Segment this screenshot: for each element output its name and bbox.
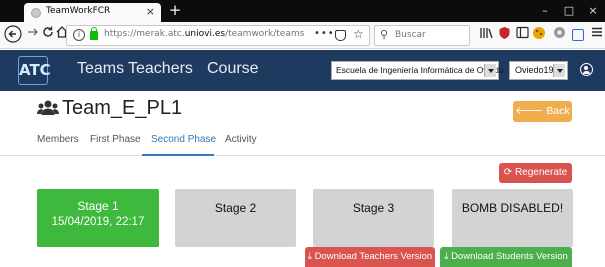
bookmark-star-icon[interactable]: ☆ — [353, 27, 364, 41]
active-tab-indicator — [142, 154, 214, 156]
lock-icon[interactable] — [90, 27, 98, 40]
pocket-icon[interactable] — [335, 30, 346, 41]
menu-icon[interactable] — [589, 26, 605, 44]
url-text[interactable]: https://merak.atc.uniovi.es/teamwork/tea… — [104, 29, 304, 39]
user-icon[interactable] — [580, 63, 593, 76]
library-icon[interactable] — [478, 26, 494, 44]
page-title: Team_E_PL1 — [62, 97, 183, 119]
tab-close-icon[interactable]: × — [146, 4, 155, 20]
regenerate-button[interactable]: ⟳ Regenerate — [499, 163, 572, 183]
arrow-left-icon: 🡐 — [515, 105, 547, 117]
nav-course[interactable]: Course — [207, 60, 259, 78]
stage-date: 15/04/2019, 22:17 — [51, 216, 145, 228]
favicon-icon — [31, 8, 41, 18]
tab-activity[interactable]: Activity — [225, 134, 257, 145]
refresh-icon: ⟳ — [503, 167, 515, 178]
url-domain: uniovi.es — [184, 29, 226, 39]
info-icon[interactable]: i — [73, 29, 85, 41]
cookie-extension-icon[interactable] — [531, 26, 547, 44]
chevron-down-icon[interactable] — [553, 64, 565, 77]
back-button-label: Back — [546, 105, 570, 117]
app-navbar: ATC Teams Teachers Course Escuela de Ing… — [0, 50, 605, 91]
page-actions-icon[interactable]: ••• — [314, 28, 335, 39]
back-arrow-icon[interactable] — [3, 25, 23, 45]
browser-tab-title: TeamWorkFCR — [46, 6, 111, 16]
download-teachers-label: Download Teachers Version — [314, 251, 433, 262]
tab-members[interactable]: Members — [37, 134, 79, 145]
stage-title: Stage 1 — [77, 199, 119, 213]
sidebar-icon[interactable] — [514, 26, 530, 44]
nav-teachers[interactable]: Teachers — [128, 60, 193, 78]
url-prefix: https:// — [104, 29, 137, 39]
search-icon: ⚲ — [380, 28, 389, 41]
download-students-button[interactable]: ⤓ Download Students Version — [440, 247, 572, 267]
logo-text: ATC — [19, 61, 51, 79]
close-window-button[interactable]: × — [581, 0, 605, 22]
atc-logo[interactable]: ATC — [18, 56, 51, 85]
url-host: merak.atc. — [136, 29, 185, 39]
stage-card-1[interactable]: Stage 1 15/04/2019, 22:17 — [37, 189, 159, 247]
phase-tabs: Members First Phase Second Phase Activit… — [0, 130, 605, 156]
stage-card-3[interactable]: Stage 3 — [313, 189, 434, 247]
url-bar[interactable]: i https://merak.atc.uniovi.es/teamwork/t… — [66, 25, 370, 46]
new-tab-button[interactable]: + — [167, 1, 183, 19]
nav-teams[interactable]: Teams — [77, 60, 124, 78]
shield-icon[interactable] — [496, 26, 512, 44]
stage-title: BOMB DISABLED! — [461, 201, 564, 215]
stage-title: Stage 2 — [214, 201, 257, 215]
extension-gear-icon[interactable] — [551, 26, 567, 44]
screenshot-icon[interactable] — [570, 26, 586, 44]
window-controls: – □ × — [533, 0, 605, 22]
browser-tabstrip: TeamWorkFCR × + – □ × — [0, 0, 605, 22]
browser-tab[interactable]: TeamWorkFCR × — [24, 3, 161, 22]
regenerate-button-label: Regenerate — [514, 167, 568, 178]
search-placeholder: Buscar — [395, 30, 426, 40]
maximize-button[interactable]: □ — [557, 0, 581, 22]
stage-title: Stage 3 — [352, 201, 395, 215]
minimize-button[interactable]: – — [533, 0, 557, 22]
course-select-value: Oviedo19 — [515, 65, 554, 75]
download-teachers-button[interactable]: ⤓ Download Teachers Version — [305, 247, 435, 267]
school-select-value: Escuela de Ingeniería Informática de Ovi… — [336, 65, 504, 75]
course-select[interactable]: Oviedo19 — [509, 61, 568, 80]
browser-toolbar: i https://merak.atc.uniovi.es/teamwork/t… — [0, 22, 605, 49]
stage-card-4[interactable]: BOMB DISABLED! — [452, 189, 573, 247]
search-bar[interactable]: ⚲ Buscar — [374, 25, 470, 46]
download-icon: ⤓ — [307, 251, 315, 262]
url-path: /teamwork/teams — [225, 29, 305, 39]
school-select[interactable]: Escuela de Ingeniería Informática de Ovi… — [331, 61, 504, 80]
tab-first-phase[interactable]: First Phase — [90, 134, 141, 145]
download-students-label: Download Students Version — [451, 251, 568, 262]
browser-window: TeamWorkFCR × + – □ × i https://merak.at… — [0, 0, 605, 267]
users-icon — [37, 100, 59, 118]
tab-second-phase[interactable]: Second Phase — [151, 134, 216, 145]
back-button[interactable]: 🡐 Back — [513, 101, 572, 122]
stage-card-2[interactable]: Stage 2 — [175, 189, 296, 247]
chevron-down-icon[interactable] — [484, 64, 496, 77]
